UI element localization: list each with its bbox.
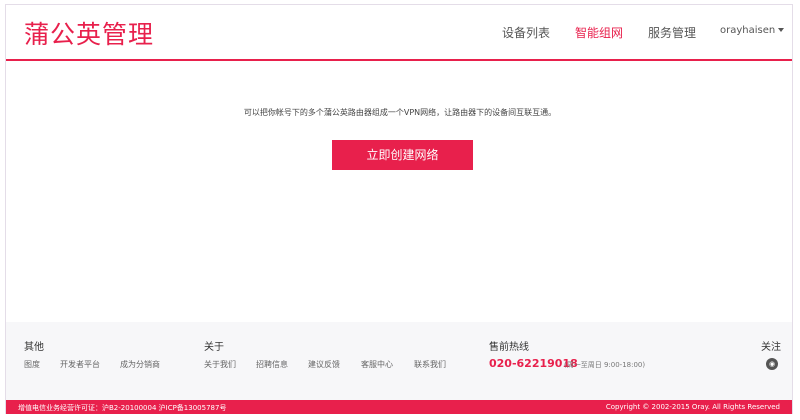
footer-about-title: 关于 — [204, 342, 224, 353]
weibo-icon[interactable]: ◉ — [766, 358, 778, 370]
username: orayhaisen — [720, 25, 776, 36]
footer-follow-title: 关注 — [761, 342, 781, 353]
footer-link-about-us[interactable]: 关于我们 — [204, 359, 236, 370]
footer-link-tudu[interactable]: 图度 — [24, 359, 40, 370]
nav-service-management[interactable]: 服务管理 — [648, 24, 696, 41]
footer-link-jobs[interactable]: 招聘信息 — [256, 359, 288, 370]
create-network-button[interactable]: 立即创建网络 — [332, 140, 473, 170]
footer-link-contact[interactable]: 联系我们 — [414, 359, 446, 370]
footer-link-feedback[interactable]: 建议反馈 — [308, 359, 340, 370]
user-menu[interactable]: orayhaisen — [720, 25, 785, 36]
footer-link-distributor[interactable]: 成为分销商 — [120, 359, 160, 370]
header: 蒲公英管理 设备列表 智能组网 服务管理 orayhaisen — [6, 5, 792, 61]
nav-smart-network[interactable]: 智能组网 — [575, 24, 623, 41]
license-text: 增值电信业务经营许可证：沪B2-20100004 沪ICP备13005787号 — [18, 404, 227, 412]
footer-link-developer[interactable]: 开发者平台 — [60, 359, 100, 370]
footer-hotline-title: 售前热线 — [489, 342, 529, 353]
copyright-text: Copyright © 2002-2015 Oray. All Rights R… — [605, 403, 780, 411]
intro-text: 可以把你帐号下的多个蒲公英路由器组成一个VPN网络，让路由器下的设备间互联互通。 — [243, 108, 557, 117]
logo[interactable]: 蒲公英管理 — [24, 15, 154, 51]
footer-other-title: 其他 — [24, 342, 44, 353]
caret-down-icon — [778, 28, 785, 32]
hotline-hours: (周一至周日 9:00-18:00) — [564, 361, 646, 369]
footer-link-support[interactable]: 客服中心 — [361, 359, 393, 370]
nav-devices[interactable]: 设备列表 — [502, 24, 550, 41]
